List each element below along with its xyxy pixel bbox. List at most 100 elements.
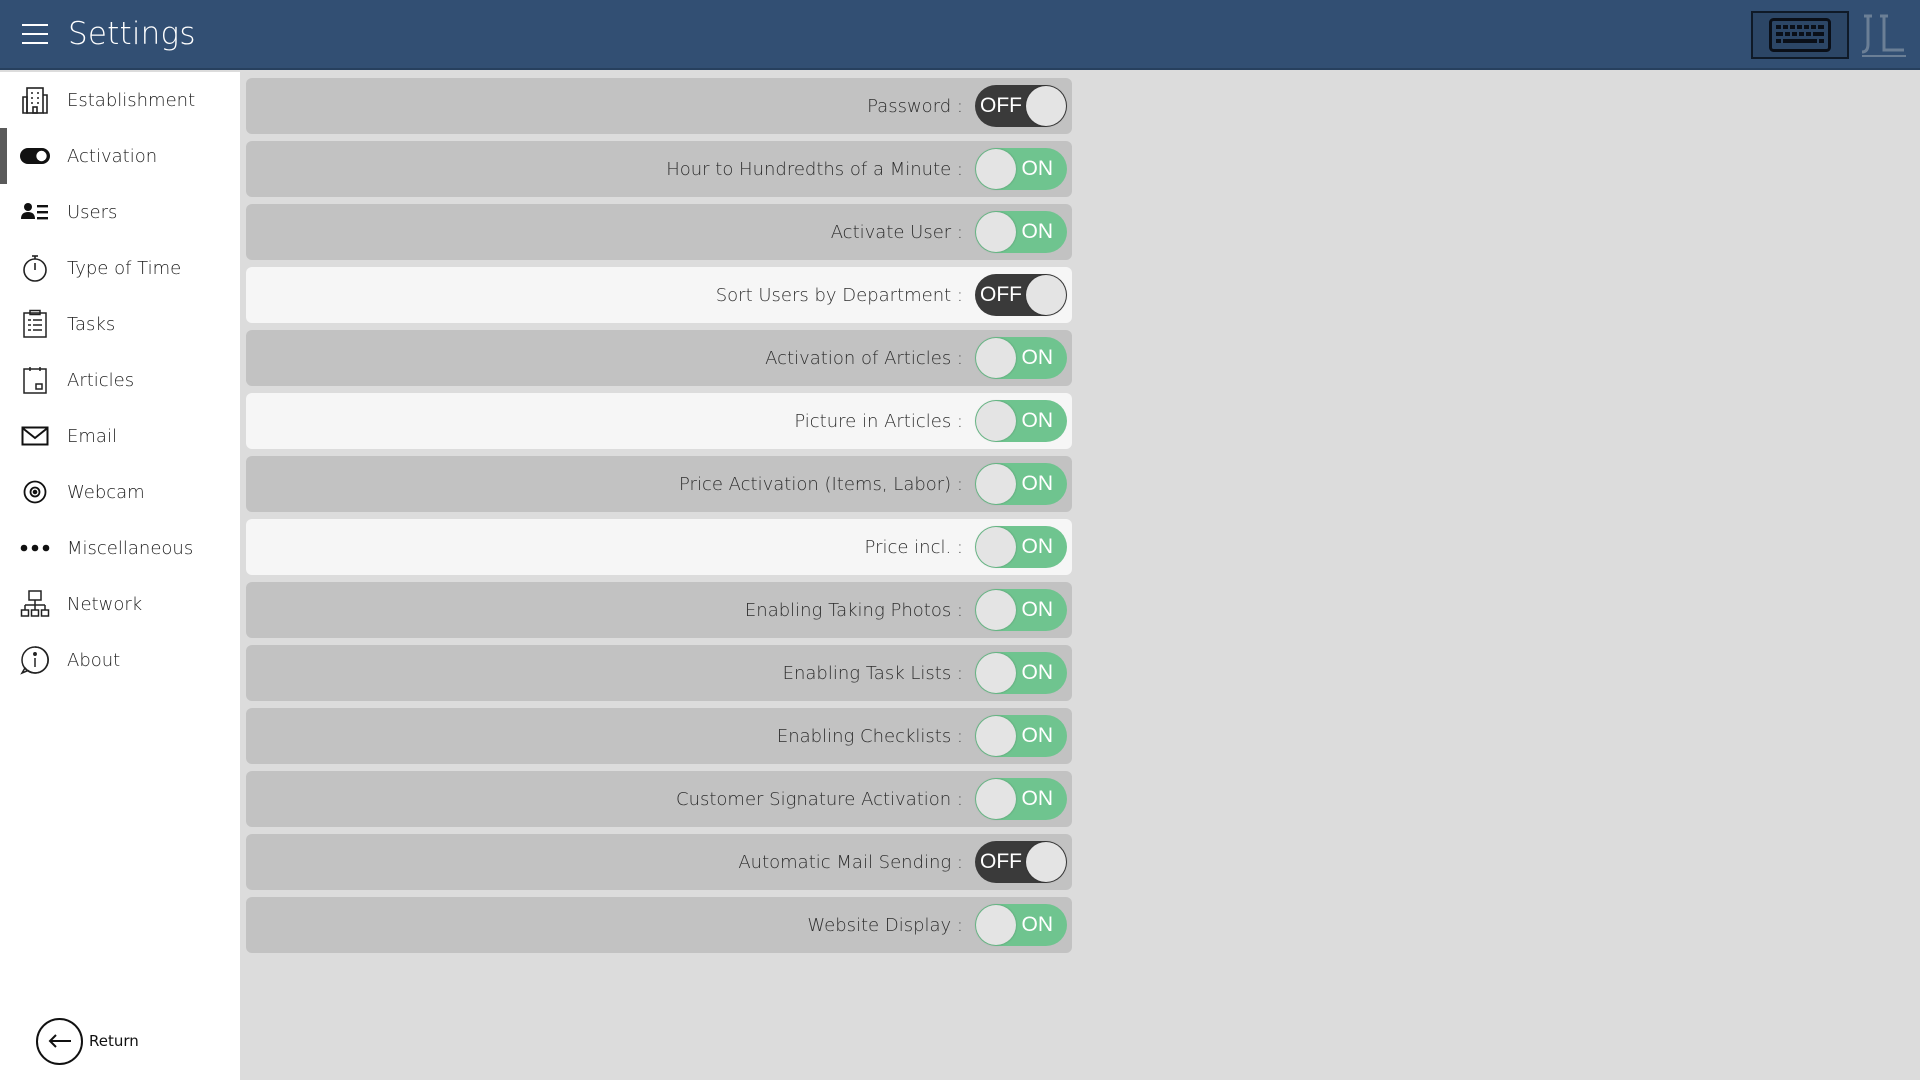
activation-of-articles-toggle[interactable]: ON (975, 337, 1067, 379)
sidebar-item-users[interactable]: Users (0, 184, 240, 240)
setting-row-activation-of-articles: Activation of Articles : ON (246, 330, 1072, 386)
toggle-knob (976, 401, 1016, 441)
toggle-state-label: ON (1021, 598, 1054, 621)
setting-label: Enabling Taking Photos : (744, 599, 963, 621)
stopwatch-icon (19, 253, 51, 283)
sidebar-item-network[interactable]: Network (0, 576, 240, 632)
sidebar-item-label: Users (67, 201, 118, 223)
toggle-icon (19, 141, 51, 171)
toggle-state-label: ON (1021, 220, 1054, 243)
setting-row-price-incl: Price incl. : ON (246, 519, 1072, 575)
building-icon (19, 85, 51, 115)
toggle-state-label: ON (1021, 346, 1054, 369)
toggle-knob (976, 527, 1016, 567)
return-button[interactable]: Return (36, 1012, 139, 1070)
keyboard-icon (1769, 18, 1831, 52)
toggle-state-label: ON (1021, 157, 1054, 180)
toggle-knob (976, 779, 1016, 819)
setting-row-price-activation: Price Activation (Items, Labor) : ON (246, 456, 1072, 512)
setting-label: Website Display : (807, 914, 963, 936)
setting-label: Customer Signature Activation : (676, 788, 963, 810)
setting-label: Price incl. : (864, 536, 963, 558)
setting-row-password: Password : OFF (246, 78, 1072, 134)
sidebar-item-establishment[interactable]: Establishment (0, 72, 240, 128)
price-activation-toggle[interactable]: ON (975, 463, 1067, 505)
toggle-state-label: ON (1021, 787, 1054, 810)
page-title: Settings (68, 16, 196, 52)
setting-row-activate-user: Activate User : ON (246, 204, 1072, 260)
envelope-icon (19, 421, 51, 451)
sidebar-item-articles[interactable]: Articles (0, 352, 240, 408)
toggle-state-label: ON (1021, 472, 1054, 495)
setting-row-enabling-checklists: Enabling Checklists : ON (246, 708, 1072, 764)
enabling-checklists-toggle[interactable]: ON (975, 715, 1067, 757)
sidebar-item-type-of-time[interactable]: Type of Time (0, 240, 240, 296)
clipboard-icon (19, 309, 51, 339)
toggle-state-label: ON (1021, 409, 1054, 432)
keyboard-button[interactable] (1751, 11, 1849, 59)
setting-row-customer-signature-activation: Customer Signature Activation : ON (246, 771, 1072, 827)
enabling-taking-photos-toggle[interactable]: ON (975, 589, 1067, 631)
app-header: Settings (0, 0, 1920, 70)
sidebar-item-webcam[interactable]: Webcam (0, 464, 240, 520)
toggle-knob (976, 590, 1016, 630)
toggle-state-label: OFF (980, 283, 1022, 306)
sidebar-item-label: Email (67, 425, 117, 447)
sidebar-item-about[interactable]: About (0, 632, 240, 688)
sidebar-item-activation[interactable]: Activation (0, 128, 240, 184)
sidebar-item-label: Network (67, 593, 143, 615)
setting-label: Picture in Articles : (794, 410, 963, 432)
hamburger-menu-icon[interactable] (22, 24, 48, 44)
toggle-knob (976, 149, 1016, 189)
hour-to-hundredths-toggle[interactable]: ON (975, 148, 1067, 190)
setting-label: Sort Users by Department : (715, 284, 963, 306)
toggle-knob (1026, 842, 1066, 882)
setting-row-automatic-mail-sending: Automatic Mail Sending : OFF (246, 834, 1072, 890)
activate-user-toggle[interactable]: ON (975, 211, 1067, 253)
setting-row-picture-in-articles: Picture in Articles : ON (246, 393, 1072, 449)
toggle-knob (976, 716, 1016, 756)
toggle-knob (976, 653, 1016, 693)
sidebar-item-label: About (67, 649, 121, 671)
enabling-task-lists-toggle[interactable]: ON (975, 652, 1067, 694)
sort-users-by-department-toggle[interactable]: OFF (975, 274, 1067, 316)
setting-label: Password : (867, 95, 963, 117)
sidebar-item-label: Tasks (67, 313, 116, 335)
sidebar-item-label: Type of Time (67, 257, 182, 279)
setting-label: Enabling Checklists : (776, 725, 963, 747)
sidebar: Establishment Activation Users Type of T… (0, 72, 240, 1080)
setting-row-website-display: Website Display : ON (246, 897, 1072, 953)
customer-signature-activation-toggle[interactable]: ON (975, 778, 1067, 820)
setting-row-enabling-task-lists: Enabling Task Lists : ON (246, 645, 1072, 701)
toggle-knob (976, 905, 1016, 945)
users-icon (19, 197, 51, 227)
sidebar-item-label: Miscellaneous (67, 537, 194, 559)
setting-label: Automatic Mail Sending : (738, 851, 963, 873)
toggle-knob (1026, 275, 1066, 315)
toggle-state-label: OFF (980, 850, 1022, 873)
webcam-icon (19, 477, 51, 507)
price-incl-toggle[interactable]: ON (975, 526, 1067, 568)
setting-row-sort-users-by-department: Sort Users by Department : OFF (246, 267, 1072, 323)
toggle-knob (976, 212, 1016, 252)
sidebar-item-label: Establishment (67, 89, 196, 111)
toggle-state-label: ON (1021, 535, 1054, 558)
sidebar-item-label: Articles (67, 369, 135, 391)
toggle-knob (976, 464, 1016, 504)
more-dots-icon (19, 533, 51, 563)
automatic-mail-sending-toggle[interactable]: OFF (975, 841, 1067, 883)
setting-label: Activate User : (830, 221, 963, 243)
sidebar-item-email[interactable]: Email (0, 408, 240, 464)
setting-label: Hour to Hundredths of a Minute : (666, 158, 963, 180)
sidebar-item-tasks[interactable]: Tasks (0, 296, 240, 352)
toggle-state-label: ON (1021, 724, 1054, 747)
network-icon (19, 589, 51, 619)
password-toggle[interactable]: OFF (975, 85, 1067, 127)
setting-row-enabling-taking-photos: Enabling Taking Photos : ON (246, 582, 1072, 638)
website-display-toggle[interactable]: ON (975, 904, 1067, 946)
sidebar-item-miscellaneous[interactable]: Miscellaneous (0, 520, 240, 576)
toggle-knob (976, 338, 1016, 378)
picture-in-articles-toggle[interactable]: ON (975, 400, 1067, 442)
sidebar-item-label: Webcam (67, 481, 145, 503)
back-arrow-icon (36, 1017, 83, 1065)
